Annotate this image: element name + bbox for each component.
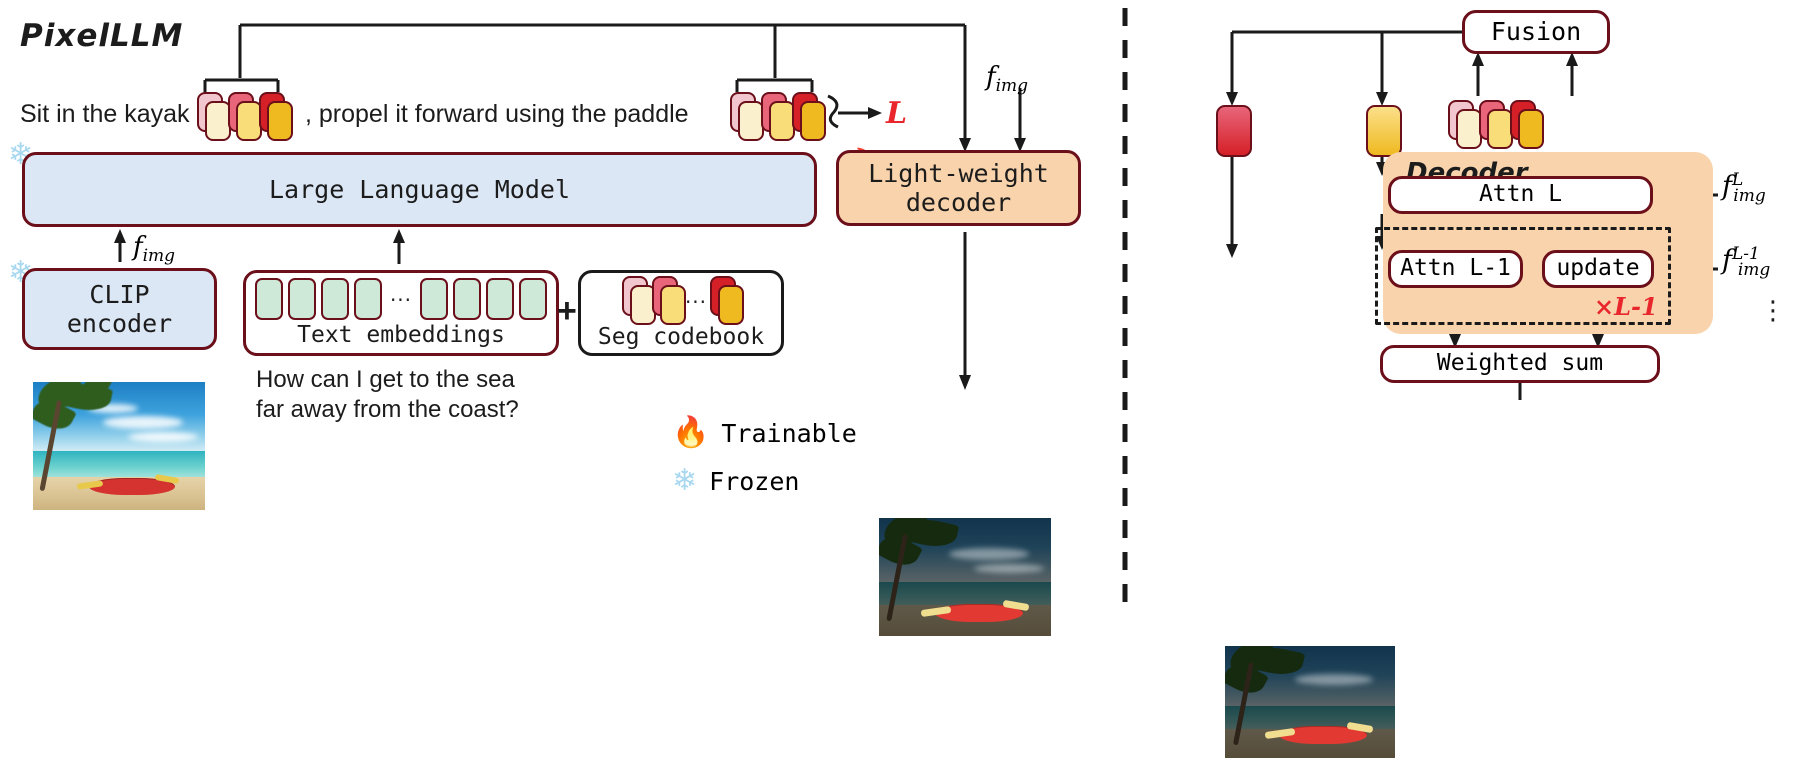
seg-token-3 [1510,100,1544,149]
embedding-cell [486,278,515,320]
question-line1: How can I get to the sea [256,366,515,393]
legend-trainable-label: Trainable [721,418,857,448]
red-query-token [1216,105,1252,157]
attn-L-label: Attn L [1478,181,1563,208]
embedding-cell [320,278,349,320]
seg-token-1 [730,92,764,141]
seg-token-1 [1448,100,1482,149]
text-embeddings-label: Text embeddings [297,322,505,348]
vertical-dots: ⋮ [1760,296,1786,326]
loss-label: L [886,96,908,131]
codebook-ellipsis: ··· [684,290,708,314]
text-embedding-cells: ··· [254,278,548,320]
legend-frozen-label: Frozen [709,466,800,496]
text-embeddings-box[interactable]: ··· Text embeddings [243,270,559,356]
attn-L-minus-1-label: Attn L-1 [1400,255,1511,282]
f-img-L-label: fLimg [1722,170,1766,207]
embedding-ellipsis: ··· [389,288,413,312]
attn-L-minus-1-box[interactable]: Attn L-1 [1388,250,1523,288]
embedding-cell [287,278,316,320]
seg-token-group-1 [197,92,293,141]
attn-L-box[interactable]: Attn L [1388,176,1653,214]
seg-token-group-right [1448,100,1544,149]
f-img-label-decoder: fimg [986,62,1029,97]
seg-token-2 [228,92,262,141]
f-img-label-clip: fimg [133,232,176,267]
seg-token-group-2 [730,92,826,141]
embedding-cell [254,278,283,320]
legend-trainable: 🔥 Trainable [672,418,857,448]
clip-encoder-box[interactable]: CLIP encoder [22,268,217,350]
repeat-count-label: ×L-1 [1594,292,1658,321]
snowflake-icon: ❄ [672,463,698,498]
weighted-sum-box[interactable]: Weighted sum [1380,345,1660,383]
weighted-sum-label: Weighted sum [1436,350,1604,377]
embedding-cell [420,278,449,320]
seg-token-1 [621,276,656,325]
page-title: PixelLLM [20,18,184,54]
seg-token-3 [710,276,745,325]
embedding-cell [519,278,548,320]
prompt-text-part1: Sit in the kayak [20,100,190,128]
embedding-cell [453,278,482,320]
flame-icon: 🔥 [672,415,710,450]
clip-label-line1: CLIP [89,279,150,309]
yellow-query-token [1366,105,1402,157]
f-img-L-minus-1-label: fL-1img [1722,244,1771,281]
decoder-label-line2: decoder [905,188,1012,217]
decoder-label-line1: Light-weight [868,158,1049,188]
seg-token-2 [761,92,795,141]
output-image [879,518,1051,636]
clip-label-line2: encoder [66,309,173,338]
plus-sign: + [557,292,577,330]
seg-codebook-box[interactable]: ··· Seg codebook [578,270,784,356]
question-line2: far away from the coast? [256,396,519,423]
llm-label: Large Language Model [268,174,571,204]
input-image [33,382,205,510]
seg-token-2 [651,276,686,325]
seg-token-1 [197,92,231,141]
seg-codebook-label: Seg codebook [597,324,765,350]
fusion-box[interactable]: Fusion [1462,10,1610,54]
prompt-text-part2: , propel it forward using the paddle [305,100,689,128]
large-language-model-box[interactable]: Large Language Model [22,152,817,227]
output-image-right [1225,646,1395,758]
legend-frozen: ❄ Frozen [672,466,799,496]
update-label: update [1556,255,1640,282]
embedding-cell [353,278,382,320]
seg-token-2 [1479,100,1513,149]
seg-token-3 [259,92,293,141]
fusion-label: Fusion [1490,17,1582,47]
update-box[interactable]: update [1542,250,1654,288]
seg-token-3 [792,92,826,141]
light-weight-decoder-box[interactable]: Light-weight decoder [836,150,1081,226]
